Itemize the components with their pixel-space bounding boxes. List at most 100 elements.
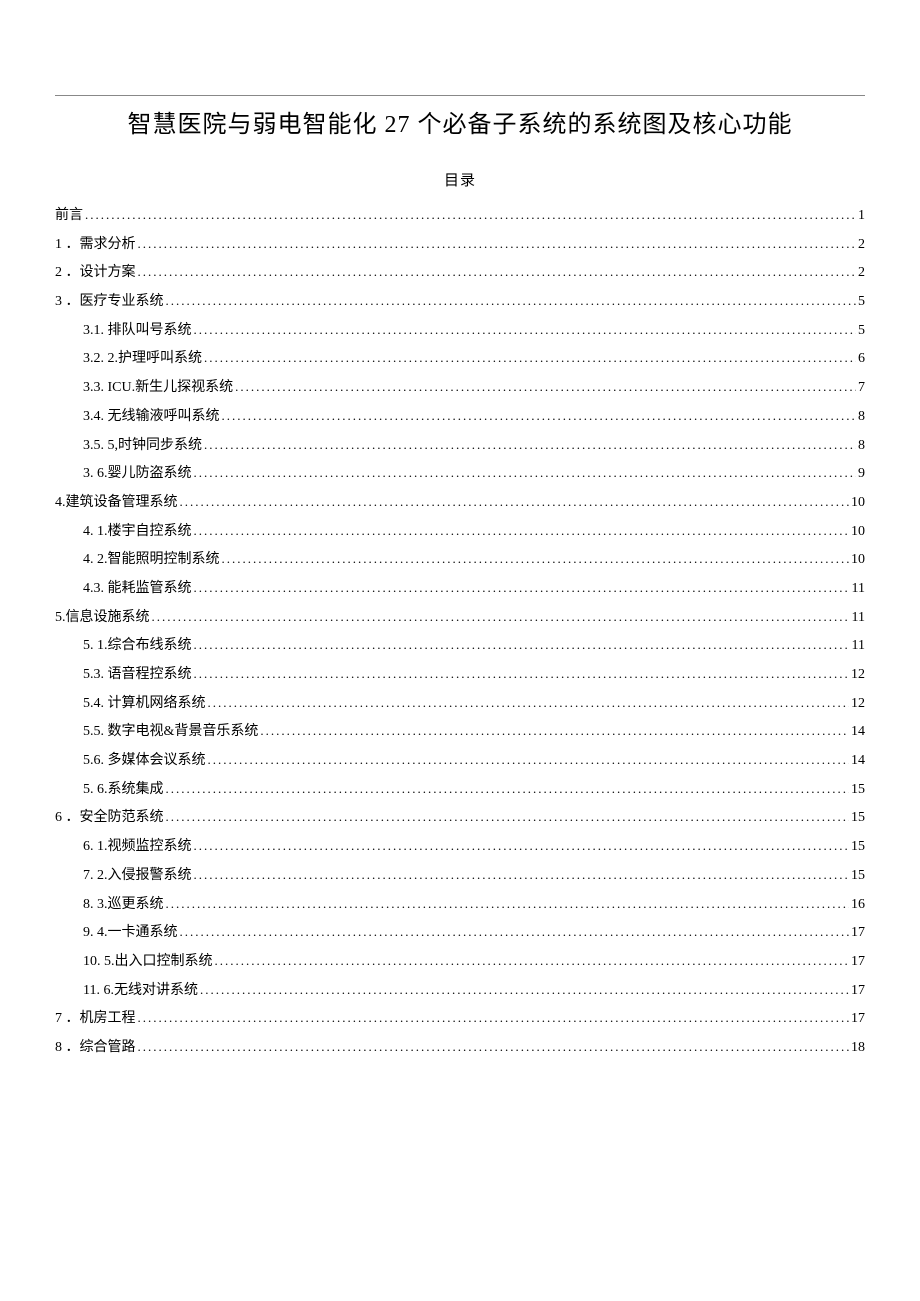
toc-dots	[180, 489, 850, 518]
toc-entry-page: 11	[852, 575, 865, 604]
toc-entry-label: 前言	[55, 202, 83, 231]
toc-entry-page: 8	[858, 432, 865, 461]
toc-entry: 11. 6.无线对讲系统 17	[55, 977, 865, 1006]
toc-entry-page: 17	[851, 919, 865, 948]
toc-entry: 7 ．机房工程 17	[55, 1005, 865, 1034]
toc-dots	[215, 948, 850, 977]
toc-entry-page: 17	[851, 977, 865, 1006]
toc-entry-label: 11. 6.无线对讲系统	[83, 977, 198, 1006]
toc-dots	[194, 518, 850, 547]
toc-dots	[194, 661, 850, 690]
toc-entry-page: 15	[851, 804, 865, 833]
toc-entry-label: 5. 6.系统集成	[83, 776, 164, 805]
toc-entry: 7. 2.入侵报警系统15	[55, 862, 865, 891]
toc-entry-label: 8. 3.巡更系统	[83, 891, 164, 920]
toc-entry: 4.3. 能耗监管系统 11	[55, 575, 865, 604]
toc-entry: 5.6. 多媒体会议系统14	[55, 747, 865, 776]
toc-entry-page: 14	[851, 718, 865, 747]
toc-dots	[208, 747, 850, 776]
toc-dots	[260, 718, 849, 747]
toc-entry: 5.3. 语音程控系统12	[55, 661, 865, 690]
toc-entry: 9. 4.一卡通系统 17	[55, 919, 865, 948]
toc-entry: 前言 1	[55, 202, 865, 231]
toc-dots	[200, 977, 849, 1006]
toc-entry-label: 6. 1.视频监控系统	[83, 833, 192, 862]
toc-dots	[194, 862, 850, 891]
toc-dots	[138, 1034, 850, 1063]
toc-entry: 6. 1.视频监控系统15	[55, 833, 865, 862]
toc-entry-label: 8 ．综合管路	[55, 1034, 136, 1063]
toc-dots	[222, 546, 850, 575]
toc-entry-label: 4. 1.楼宇自控系统	[83, 518, 192, 547]
toc-entry: 5. 6.系统集成 15	[55, 776, 865, 805]
toc-entry: 5.信息设施系统 11	[55, 604, 865, 633]
toc-entry-label: 3.2. 2.护理呼叫系统	[83, 345, 202, 374]
document-title: 智慧医院与弱电智能化 27 个必备子系统的系统图及核心功能	[55, 104, 865, 139]
toc-entry: 8 ．综合管路 18	[55, 1034, 865, 1063]
toc-dots	[194, 833, 850, 862]
toc-dots	[152, 604, 850, 633]
toc-entry-page: 18	[851, 1034, 865, 1063]
toc-entry: 6 ．安全防范系统15	[55, 804, 865, 833]
toc-entry: 3.2. 2.护理呼叫系统6	[55, 345, 865, 374]
toc-dots	[204, 345, 856, 374]
toc-entry-label: 5. 1.综合布线系统	[83, 632, 192, 661]
toc-entry-label: 9. 4.一卡通系统	[83, 919, 178, 948]
toc-entry-label: 3.1. 排队叫号系统	[83, 317, 192, 346]
toc-dots	[235, 374, 856, 403]
toc-entry-page: 14	[851, 747, 865, 776]
toc-entry-page: 8	[858, 403, 865, 432]
toc-dots	[208, 690, 850, 719]
toc-entry: 4.建筑设备管理系统 10	[55, 489, 865, 518]
toc-entry-page: 2	[858, 231, 865, 260]
toc-dots	[194, 460, 857, 489]
toc-entry-label: 10. 5.出入口控制系统	[83, 948, 213, 977]
toc-entry: 4. 2.智能照明控制系统10	[55, 546, 865, 575]
toc-entry-page: 17	[851, 1005, 865, 1034]
toc-dots	[166, 804, 850, 833]
toc-dots	[194, 317, 857, 346]
title-suffix: 个必备子系统的系统图及核心功能	[411, 112, 793, 138]
toc-entry-page: 5	[858, 317, 865, 346]
toc-entry-label: 2 ．设计方案	[55, 259, 136, 288]
toc-entry-page: 17	[851, 948, 865, 977]
toc-dots	[138, 1005, 850, 1034]
toc-entry-label: 4.建筑设备管理系统	[55, 489, 178, 518]
toc-entry-page: 5	[858, 288, 865, 317]
toc-entry-label: 3.3. ICU.新生儿探视系统	[83, 374, 233, 403]
toc-entry-label: 1 ．需求分析	[55, 231, 136, 260]
toc-entry-label: 3.4. 无线输液呼叫系统	[83, 403, 220, 432]
toc-entry-page: 9	[858, 460, 865, 489]
toc-header: 目录	[55, 169, 865, 190]
toc-dots	[166, 776, 850, 805]
toc-dots	[180, 919, 850, 948]
toc-entry-page: 15	[851, 776, 865, 805]
toc-entry-label: 5.5. 数字电视&背景音乐系统	[83, 718, 258, 747]
table-of-contents: 前言 11 ．需求分析22 ．设计方案23 ．医疗专业系统53.1. 排队叫号系…	[55, 202, 865, 1063]
toc-entry-label: 3 ．医疗专业系统	[55, 288, 164, 317]
toc-dots	[194, 575, 850, 604]
toc-entry-page: 7	[858, 374, 865, 403]
toc-dots	[166, 891, 850, 920]
toc-entry: 4. 1.楼宇自控系统 10	[55, 518, 865, 547]
toc-entry: 5.5. 数字电视&背景音乐系统 14	[55, 718, 865, 747]
toc-dots	[222, 403, 857, 432]
toc-dots	[138, 259, 857, 288]
toc-dots	[166, 288, 857, 317]
toc-entry-page: 10	[851, 546, 865, 575]
toc-entry-label: 7 ．机房工程	[55, 1005, 136, 1034]
toc-entry: 3. 6.婴儿防盗系统9	[55, 460, 865, 489]
toc-entry: 3.5. 5,时钟同步系统 8	[55, 432, 865, 461]
toc-entry-page: 10	[851, 518, 865, 547]
toc-entry-label: 5.信息设施系统	[55, 604, 150, 633]
toc-entry-page: 12	[851, 661, 865, 690]
toc-entry-page: 12	[851, 690, 865, 719]
toc-entry: 3.4. 无线输液呼叫系统 8	[55, 403, 865, 432]
toc-entry-label: 5.4. 计算机网络系统	[83, 690, 206, 719]
toc-entry-page: 10	[851, 489, 865, 518]
toc-entry-label: 4.3. 能耗监管系统	[83, 575, 192, 604]
toc-dots	[85, 202, 856, 231]
title-number: 27	[385, 112, 411, 138]
toc-entry-page: 15	[851, 862, 865, 891]
toc-entry-label: 3.5. 5,时钟同步系统	[83, 432, 202, 461]
